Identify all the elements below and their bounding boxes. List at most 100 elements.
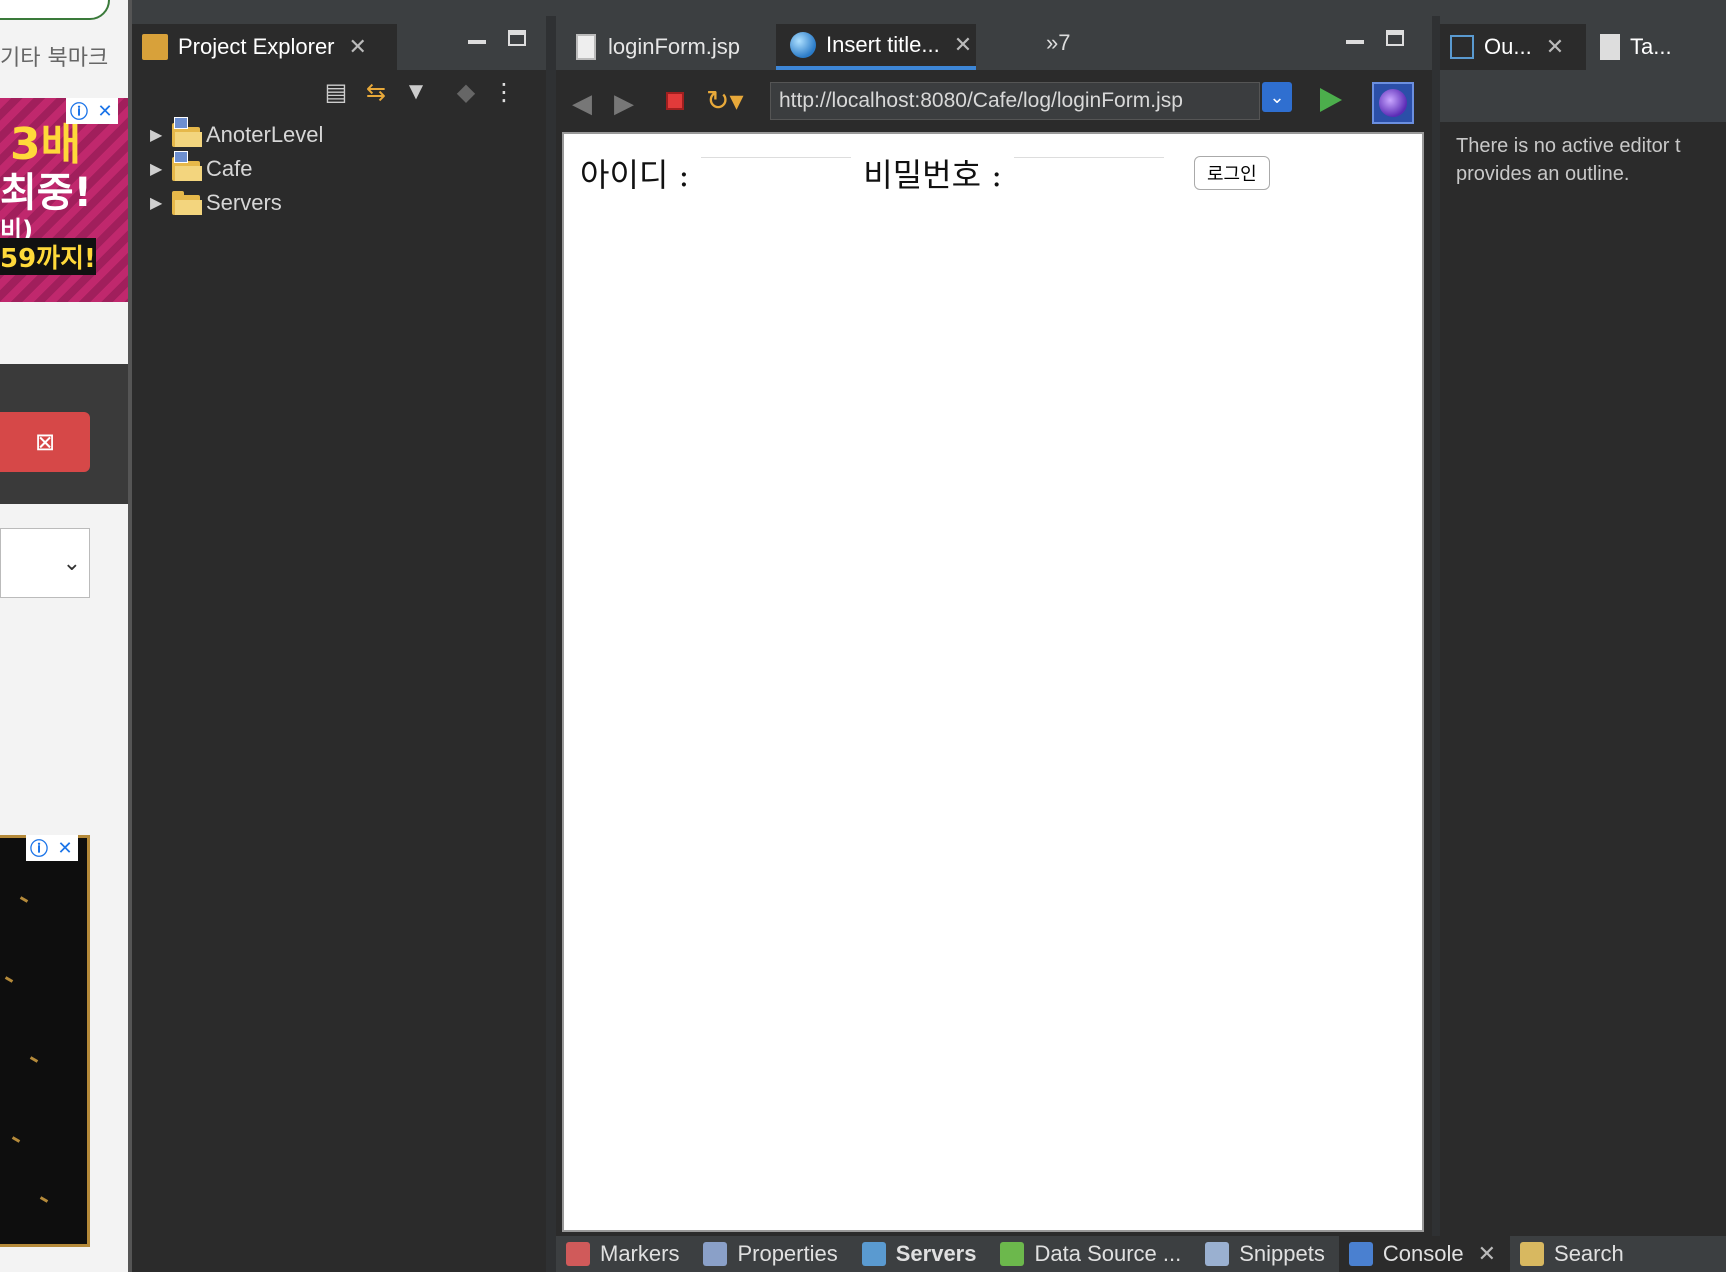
tab-label: Servers bbox=[895, 1241, 977, 1266]
browser-side-strip: 기타 북마크 3배 최중! 비) 59까지! ⓘ ✕ ⊠ ⌄ ⓘ ✕ bbox=[0, 0, 130, 1272]
close-icon[interactable]: ✕ bbox=[1546, 34, 1564, 60]
expand-arrow-icon[interactable]: ▶ bbox=[150, 193, 172, 213]
red-button[interactable]: ⊠ bbox=[0, 412, 90, 472]
password-label: 비밀번호 : bbox=[863, 156, 1002, 194]
tab-label: Console bbox=[1382, 1241, 1464, 1266]
chevron-down-icon: ⌄ bbox=[62, 550, 81, 575]
tab-search[interactable]: Search bbox=[1510, 1236, 1638, 1272]
filter-icon[interactable]: ▼ bbox=[402, 78, 430, 106]
screen: 기타 북마크 3배 최중! 비) 59까지! ⓘ ✕ ⊠ ⌄ ⓘ ✕ Proje… bbox=[0, 0, 1726, 1272]
tab-label: loginForm.jsp bbox=[608, 34, 741, 59]
login-button[interactable]: 로그인 bbox=[1194, 156, 1270, 190]
close-icon[interactable]: ✕ bbox=[954, 32, 972, 58]
outline-message: There is no active editor t provides an … bbox=[1440, 122, 1726, 198]
tab-outline[interactable]: Ou... ✕ bbox=[1440, 24, 1586, 70]
outline-message-line: There is no active editor t bbox=[1456, 135, 1681, 157]
login-form: 아이디 : 비밀번호 : 로그인 bbox=[580, 150, 1270, 196]
tab-label: Snippets bbox=[1239, 1241, 1325, 1266]
tree-item-label: AnoterLevel bbox=[206, 122, 324, 147]
close-icon[interactable]: ✕ bbox=[349, 34, 367, 60]
snippets-icon bbox=[1205, 1242, 1230, 1266]
project-explorer-toolbar: ▤ ⇆ ▼ ◆ ⋮ bbox=[132, 70, 546, 114]
tree-item-anoterlevel[interactable]: ▶ AnoterLevel bbox=[150, 117, 546, 152]
browser-pill[interactable] bbox=[0, 0, 110, 20]
window-buttons bbox=[1346, 30, 1404, 46]
tab-console[interactable]: Console ✕ bbox=[1338, 1236, 1511, 1272]
bottom-tabbar: Markers Properties Servers Data Source .… bbox=[556, 1236, 1726, 1272]
outline-tabbar: Ou... ✕ Ta... bbox=[1440, 16, 1726, 70]
maximize-icon[interactable] bbox=[508, 30, 526, 46]
go-icon[interactable] bbox=[1320, 88, 1342, 112]
forward-icon[interactable]: ▶ bbox=[614, 88, 634, 119]
ad-banner-top[interactable]: 3배 최중! 비) 59까지! bbox=[0, 98, 128, 302]
tab-task-list[interactable]: Ta... bbox=[1590, 24, 1726, 70]
task-list-icon bbox=[1600, 34, 1620, 60]
project-explorer-icon bbox=[142, 34, 168, 60]
tab-label: Ou... bbox=[1484, 34, 1532, 59]
tree-item-servers[interactable]: ▶ Servers bbox=[150, 186, 546, 220]
tab-insert-title[interactable]: Insert title... ✕ bbox=[776, 24, 976, 70]
project-folder-icon bbox=[172, 151, 202, 181]
tab-project-explorer[interactable]: Project Explorer ✕ bbox=[132, 24, 397, 70]
focus-icon[interactable]: ◆ bbox=[452, 78, 480, 106]
outline-toolbar bbox=[1440, 70, 1726, 122]
search-icon bbox=[1520, 1242, 1545, 1266]
ad-line: 59까지! bbox=[0, 238, 96, 275]
url-dropdown-icon[interactable]: ⌄ bbox=[1262, 82, 1292, 112]
main-toolbar-edge bbox=[132, 0, 1726, 16]
project-tree: ▶ AnoterLevel ▶ Cafe ▶ Servers bbox=[132, 114, 546, 220]
ad-controls-bottom: ⓘ ✕ bbox=[26, 835, 78, 861]
tab-label: Properties bbox=[737, 1241, 838, 1266]
password-input[interactable] bbox=[1014, 157, 1164, 189]
info-icon[interactable]: ⓘ bbox=[26, 835, 52, 861]
tab-properties[interactable]: Properties bbox=[693, 1236, 851, 1272]
window-buttons bbox=[468, 30, 526, 46]
tab-data-source[interactable]: Data Source ... bbox=[990, 1236, 1195, 1272]
eclipse-icon[interactable] bbox=[1372, 82, 1414, 124]
web-page-viewport: 아이디 : 비밀번호 : 로그인 bbox=[562, 132, 1424, 1232]
tab-label: Ta... bbox=[1630, 34, 1672, 59]
back-icon[interactable]: ◀ bbox=[572, 88, 592, 119]
tab-label: Markers bbox=[600, 1241, 680, 1266]
project-explorer-panel: Project Explorer ✕ ▤ ⇆ ▼ ◆ ⋮ ▶ AnoterLev… bbox=[132, 16, 546, 1272]
broken-image-icon: ⊠ bbox=[34, 428, 56, 456]
ad-controls-top: ⓘ ✕ bbox=[66, 98, 118, 124]
minimize-icon[interactable] bbox=[1346, 40, 1364, 44]
tab-label: Insert title... bbox=[826, 32, 940, 57]
select-dropdown[interactable]: ⌄ bbox=[0, 528, 90, 598]
maximize-icon[interactable] bbox=[1386, 30, 1404, 46]
outline-icon bbox=[1450, 35, 1474, 59]
other-bookmarks[interactable]: 기타 북마크 bbox=[0, 40, 108, 72]
id-label: 아이디 : bbox=[580, 156, 690, 194]
id-input[interactable] bbox=[701, 157, 852, 189]
url-input[interactable]: http://localhost:8080/Cafe/log/loginForm… bbox=[770, 82, 1260, 120]
minimize-icon[interactable] bbox=[468, 40, 486, 44]
link-with-editor-icon[interactable]: ⇆ bbox=[362, 78, 390, 106]
tree-item-cafe[interactable]: ▶ Cafe bbox=[150, 151, 546, 186]
editor-tabbar: loginForm.jsp Insert title... ✕ »7 bbox=[556, 16, 1432, 70]
tab-label: Project Explorer bbox=[178, 34, 335, 59]
project-explorer-tabbar: Project Explorer ✕ bbox=[132, 16, 546, 70]
tab-overflow[interactable]: »7 bbox=[1046, 30, 1070, 56]
tab-markers[interactable]: Markers bbox=[556, 1236, 693, 1272]
tree-item-label: Servers bbox=[206, 190, 282, 215]
view-menu-icon[interactable]: ⋮ bbox=[490, 78, 518, 106]
ad-banner-bottom[interactable] bbox=[0, 835, 90, 1247]
collapse-all-icon[interactable]: ▤ bbox=[322, 78, 350, 106]
outline-message-line: provides an outline. bbox=[1456, 163, 1630, 185]
tab-loginform-jsp[interactable]: loginForm.jsp bbox=[562, 24, 762, 70]
expand-arrow-icon[interactable]: ▶ bbox=[150, 125, 172, 145]
info-icon[interactable]: ⓘ bbox=[66, 98, 92, 124]
expand-arrow-icon[interactable]: ▶ bbox=[150, 159, 172, 179]
tab-snippets[interactable]: Snippets bbox=[1195, 1236, 1339, 1272]
refresh-icon[interactable]: ↻▾ bbox=[706, 84, 744, 117]
jsp-file-icon bbox=[576, 34, 596, 60]
servers-icon bbox=[861, 1242, 886, 1266]
close-icon[interactable]: ✕ bbox=[52, 835, 78, 861]
close-icon[interactable]: ✕ bbox=[92, 98, 118, 124]
console-icon bbox=[1348, 1242, 1373, 1266]
data-source-icon bbox=[1000, 1242, 1025, 1266]
close-icon[interactable]: ✕ bbox=[1478, 1241, 1496, 1267]
stop-icon[interactable] bbox=[666, 92, 684, 110]
tab-servers[interactable]: Servers bbox=[852, 1236, 991, 1272]
